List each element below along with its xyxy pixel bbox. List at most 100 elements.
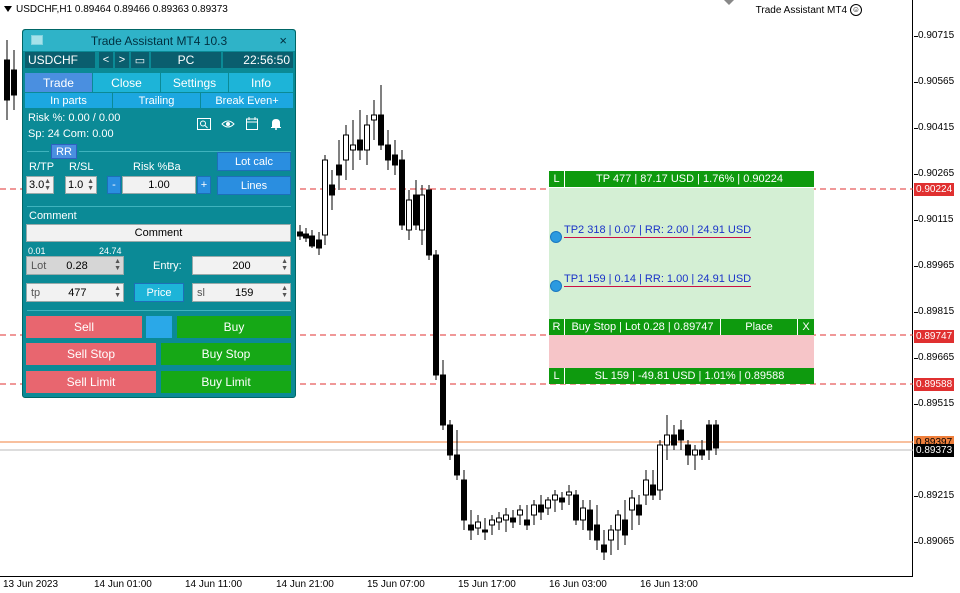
time-axis[interactable]: 13 Jun 2023 14 Jun 01:00 14 Jun 11:00 14 Ju… bbox=[0, 577, 914, 593]
stepper-icon[interactable]: ▲ ▼ bbox=[44, 178, 51, 192]
panel-titlebar[interactable]: Trade Assistant MT4 10.3 × bbox=[23, 30, 295, 51]
lot-input[interactable]: Lot 0.28 ▲ ▼ bbox=[26, 256, 124, 275]
time-label: 15 Jun 17:00 bbox=[458, 579, 516, 590]
prev-symbol-button[interactable]: < bbox=[99, 52, 113, 68]
calendar-icon[interactable] bbox=[245, 116, 259, 130]
stepper-icon[interactable]: ▲ ▼ bbox=[114, 258, 121, 272]
comment-label: Comment bbox=[29, 210, 77, 222]
trade-assistant-panel[interactable]: Trade Assistant MT4 10.3 × USDCHF < > ▭ … bbox=[22, 29, 296, 398]
folder-icon[interactable]: ▭ bbox=[131, 52, 149, 68]
lot-min: 0.01 bbox=[28, 246, 46, 256]
buy-button[interactable]: Buy bbox=[177, 316, 291, 338]
bell-icon[interactable] bbox=[269, 116, 283, 130]
stepper-icon[interactable]: ▲ ▼ bbox=[87, 178, 94, 192]
tab-break-even[interactable]: Break Even+ bbox=[201, 93, 293, 108]
main-tabs: Trade Close Settings Info bbox=[25, 73, 293, 92]
time-label: 14 Jun 01:00 bbox=[94, 579, 152, 590]
price-label: 0.89665 bbox=[918, 352, 955, 363]
candle-bear bbox=[636, 504, 642, 516]
r-sl-input[interactable]: 1.0 ▲ ▼ bbox=[65, 176, 97, 194]
candle-bull bbox=[489, 519, 495, 526]
candle-bear bbox=[303, 233, 309, 239]
time-label: 16 Jun 13:00 bbox=[640, 579, 698, 590]
price-button[interactable]: Price bbox=[134, 283, 184, 302]
mode-label: PC bbox=[151, 52, 221, 68]
r-tp-input[interactable]: 3.0 ▲ ▼ bbox=[26, 176, 54, 194]
place-order-button[interactable]: Place bbox=[721, 319, 798, 335]
candle-bear bbox=[309, 235, 315, 247]
risk-readout: Risk %: 0.00 / 0.00 bbox=[28, 112, 121, 124]
next-symbol-button[interactable]: > bbox=[115, 52, 129, 68]
risk-increase-button[interactable]: + bbox=[197, 176, 211, 194]
order-reverse-toggle[interactable]: R bbox=[549, 319, 565, 335]
candle-bull bbox=[629, 497, 635, 511]
sub-tabs: In parts Trailing Break Even+ bbox=[25, 93, 293, 108]
chart-shift-marker[interactable] bbox=[724, 0, 734, 5]
price-tag-sl: 0.89588 bbox=[914, 378, 954, 391]
candle-bull bbox=[608, 529, 614, 541]
tab-info[interactable]: Info bbox=[229, 73, 293, 92]
candle-bear bbox=[622, 519, 628, 536]
tab-trailing[interactable]: Trailing bbox=[113, 93, 201, 108]
candle-bear bbox=[706, 424, 712, 451]
buy-stop-button[interactable]: Buy Stop bbox=[161, 343, 291, 365]
order-bar[interactable]: R Buy Stop | Lot 0.28 | 0.89747 Place X bbox=[549, 319, 814, 335]
candle-bear bbox=[426, 189, 432, 256]
tab-trade[interactable]: Trade bbox=[25, 73, 93, 92]
dropdown-arrow-icon[interactable] bbox=[4, 6, 12, 13]
r-sl-value: 1.0 bbox=[68, 179, 84, 191]
direction-toggle[interactable] bbox=[146, 316, 172, 338]
candle-bear bbox=[336, 164, 342, 176]
sell-limit-button[interactable]: Sell Limit bbox=[26, 371, 156, 393]
tab-settings[interactable]: Settings bbox=[161, 73, 229, 92]
symbol-quote: USDCHF,H1 0.89464 0.89466 0.89363 0.8937… bbox=[16, 4, 228, 15]
tp1-handle[interactable] bbox=[550, 280, 562, 292]
price-axis[interactable]: 0.90715 0.90565 0.90415 0.90265 0.90115 0.899… bbox=[914, 0, 960, 577]
tp2-handle[interactable] bbox=[550, 231, 562, 243]
sell-button[interactable]: Sell bbox=[26, 316, 142, 338]
tp-field-label: tp bbox=[31, 286, 41, 299]
buy-limit-button[interactable]: Buy Limit bbox=[161, 371, 291, 393]
candle-bear bbox=[329, 184, 335, 196]
rr-button[interactable]: RR bbox=[51, 144, 77, 159]
stepper-icon[interactable]: ▲ ▼ bbox=[114, 285, 121, 299]
sl-input[interactable]: sl 159 ▲ ▼ bbox=[192, 283, 291, 302]
price-label: 0.89515 bbox=[918, 398, 955, 409]
candle-bull bbox=[552, 494, 558, 501]
stepper-icon[interactable]: ▲ ▼ bbox=[281, 285, 288, 299]
eye-icon[interactable] bbox=[221, 117, 235, 131]
tp-bar[interactable]: L TP 477 | 87.17 USD | 1.76% | 0.90224 bbox=[549, 171, 814, 187]
tab-close[interactable]: Close bbox=[93, 73, 161, 92]
stepper-icon[interactable]: ▲ ▼ bbox=[281, 258, 288, 272]
candle-bear bbox=[447, 424, 453, 456]
sl-bar[interactable]: L SL 159 | -49.81 USD | 1.01% | 0.89588 bbox=[549, 368, 814, 384]
tp-lock-toggle[interactable]: L bbox=[549, 171, 565, 187]
candle-bear bbox=[378, 114, 384, 146]
lines-button[interactable]: Lines bbox=[217, 176, 291, 195]
candle-bull bbox=[364, 124, 370, 151]
sell-stop-button[interactable]: Sell Stop bbox=[26, 343, 156, 365]
cancel-order-button[interactable]: X bbox=[798, 319, 814, 335]
close-icon[interactable]: × bbox=[279, 33, 287, 48]
order-bar-text: Buy Stop | Lot 0.28 | 0.89747 bbox=[565, 319, 721, 335]
candle-bear bbox=[385, 144, 391, 161]
candle-bear bbox=[524, 519, 530, 526]
search-icon[interactable] bbox=[197, 117, 211, 131]
price-label: 0.90265 bbox=[918, 168, 955, 179]
sl-lock-toggle[interactable]: L bbox=[549, 368, 565, 384]
risk-input[interactable]: 1.00 bbox=[122, 176, 196, 194]
candle-bull bbox=[419, 194, 425, 231]
candle-bear bbox=[650, 484, 656, 496]
price-tag-current: 0.89373 bbox=[914, 444, 954, 457]
stop-loss-zone bbox=[549, 335, 814, 368]
risk-decrease-button[interactable]: - bbox=[107, 176, 121, 194]
take-profit-zone bbox=[549, 188, 814, 319]
candle-bear bbox=[538, 504, 544, 513]
tab-in-parts[interactable]: In parts bbox=[25, 93, 113, 108]
tp-input[interactable]: tp 477 ▲ ▼ bbox=[26, 283, 124, 302]
candle-bear bbox=[510, 517, 516, 523]
lot-calc-button[interactable]: Lot calc bbox=[217, 152, 291, 171]
entry-input[interactable]: 200 ▲ ▼ bbox=[192, 256, 291, 275]
comment-input[interactable]: Comment bbox=[26, 224, 291, 242]
symbol-selector[interactable]: USDCHF bbox=[25, 52, 95, 68]
